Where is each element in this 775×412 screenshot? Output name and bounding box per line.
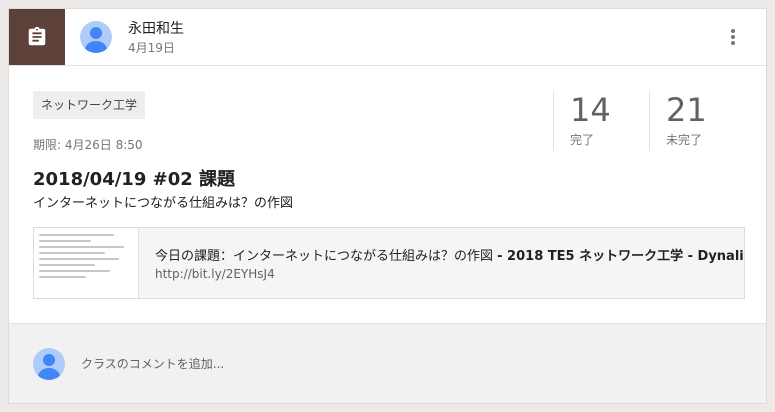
person-icon bbox=[38, 354, 60, 380]
attachment-title-main: 今日の課題：インターネットにつながる仕組みは？の作図 bbox=[155, 249, 498, 264]
assignment-badge bbox=[9, 9, 65, 65]
assignment-card: 永田和生 4月19日 ネットワーク工学 期限: 4月26日 8:50 2018/… bbox=[8, 8, 767, 404]
submission-stats: 14 完了 21 未完了 bbox=[553, 91, 743, 151]
author-name: 永田和生 bbox=[128, 21, 184, 37]
post-date: 4月19日 bbox=[128, 41, 175, 55]
current-user-avatar bbox=[33, 348, 65, 380]
notdone-stat[interactable]: 21 未完了 bbox=[649, 91, 745, 151]
notdone-label: 未完了 bbox=[666, 133, 703, 147]
comment-area bbox=[9, 323, 766, 403]
link-attachment[interactable]: 今日の課題：インターネットにつながる仕組みは？の作図 - 2018 TE5 ネッ… bbox=[33, 227, 745, 299]
class-comment-input[interactable] bbox=[81, 354, 721, 374]
attachment-thumbnail bbox=[34, 228, 139, 298]
done-count: 14 bbox=[570, 91, 611, 129]
clipboard-icon bbox=[28, 26, 46, 46]
topic-chip[interactable]: ネットワーク工学 bbox=[33, 91, 146, 119]
due-date: 期限: 4月26日 8:50 bbox=[33, 138, 143, 152]
done-stat[interactable]: 14 完了 bbox=[553, 91, 649, 151]
done-label: 完了 bbox=[570, 133, 595, 147]
more-vert-icon[interactable] bbox=[721, 25, 745, 49]
assignment-title[interactable]: 2018/04/19 #02 課題 bbox=[33, 165, 235, 191]
card-header: 永田和生 4月19日 bbox=[9, 9, 766, 66]
attachment-url: http://bit.ly/2EYHsJ4 bbox=[155, 267, 275, 281]
person-icon bbox=[85, 27, 107, 53]
notdone-count: 21 bbox=[666, 91, 707, 129]
attachment-title: 今日の課題：インターネットにつながる仕組みは？の作図 - 2018 TE5 ネッ… bbox=[155, 245, 745, 264]
attachment-title-source: - 2018 TE5 ネットワーク工学 - Dynalist bbox=[497, 249, 745, 264]
author-avatar[interactable] bbox=[80, 21, 112, 53]
assignment-description: インターネットにつながる仕組みは？の作図 bbox=[33, 196, 294, 211]
